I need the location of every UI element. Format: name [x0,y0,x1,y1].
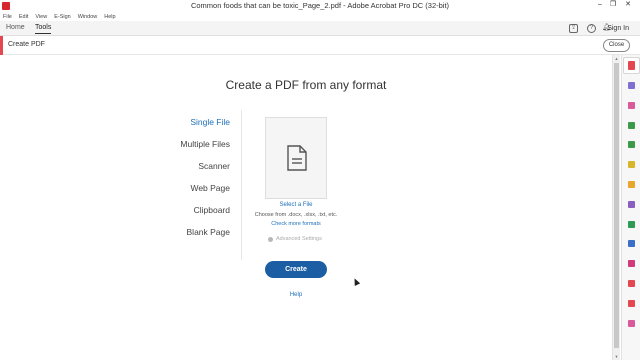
select-file-link[interactable]: Select a File [265,202,327,208]
edit-pdf-icon[interactable] [626,139,637,150]
window-title: Common foods that can be toxic_Page_2.pd… [190,1,450,10]
option-scanner[interactable]: Scanner [198,161,230,171]
file-drop-area[interactable] [265,117,327,199]
gear-icon [268,236,273,242]
supported-formats-text: Choose from .docx, .xlsx, .txt, etc. [254,212,338,218]
tool-name: Create PDF [8,41,45,48]
create-pdf-icon[interactable] [623,57,640,74]
option-multiple-files[interactable]: Multiple Files [180,139,230,149]
optimize-pdf-icon[interactable] [626,298,637,309]
title-bar: Common foods that can be toxic_Page_2.pd… [0,0,640,12]
vertical-scrollbar[interactable]: ▲ ▼ [612,55,620,360]
option-blank-page[interactable]: Blank Page [187,227,230,237]
scroll-up-arrow-icon[interactable]: ▲ [614,56,619,61]
help-icon[interactable]: ? [587,24,596,33]
option-web-page[interactable]: Web Page [190,183,230,193]
menu-file[interactable]: File [3,14,12,20]
advanced-settings: Advanced Settings [268,236,322,242]
tab-home[interactable]: Home [6,24,25,31]
protect-icon[interactable] [626,238,637,249]
right-tools-pane [621,55,640,360]
scan-ocr-icon[interactable] [626,159,637,170]
compare-files-icon[interactable] [626,278,637,289]
fill-sign-icon[interactable] [626,199,637,210]
help-link[interactable]: Help [265,292,327,298]
menu-help[interactable]: Help [104,14,115,20]
options-divider [241,110,242,260]
mouse-cursor-icon [351,277,361,286]
option-single-file[interactable]: Single File [190,117,230,127]
close-tool-button[interactable]: Close [603,39,630,52]
combine-files-icon[interactable] [626,80,637,91]
export-pdf-icon[interactable] [626,120,637,131]
sign-in-link[interactable]: Sign In [607,25,629,32]
menu-window[interactable]: Window [78,14,98,20]
tool-header: Create PDF Close [0,36,640,55]
minimize-button[interactable]: – [596,1,604,9]
create-button[interactable]: Create [265,261,327,278]
tab-bar: Home Tools ⇪ ? 🔔︎ Sign In [0,21,640,36]
advanced-settings-label: Advanced Settings [276,236,322,242]
option-clipboard[interactable]: Clipboard [194,205,230,215]
tool-accent-bar [0,36,3,55]
menu-view[interactable]: View [35,14,47,20]
organize-pages-icon[interactable] [626,100,637,111]
comment-icon[interactable] [626,179,637,190]
scroll-down-arrow-icon[interactable]: ▼ [614,354,619,359]
more-tools-icon[interactable] [626,318,637,329]
tab-tools[interactable]: Tools [35,24,52,34]
menu-esign[interactable]: E-Sign [54,14,71,20]
document-icon [287,145,307,171]
print-production-icon[interactable] [626,219,637,230]
menu-bar: File Edit View E-Sign Window Help [0,12,640,21]
window-close-button[interactable]: ✕ [624,1,632,9]
request-signatures-icon[interactable] [626,258,637,269]
scroll-thumb[interactable] [614,63,619,348]
share-icon[interactable]: ⇪ [569,24,578,33]
page-title: Create a PDF from any format [225,78,387,92]
menu-edit[interactable]: Edit [19,14,28,20]
restore-button[interactable]: ❐ [609,1,617,9]
check-more-formats-link[interactable]: Check more formats [250,221,342,227]
